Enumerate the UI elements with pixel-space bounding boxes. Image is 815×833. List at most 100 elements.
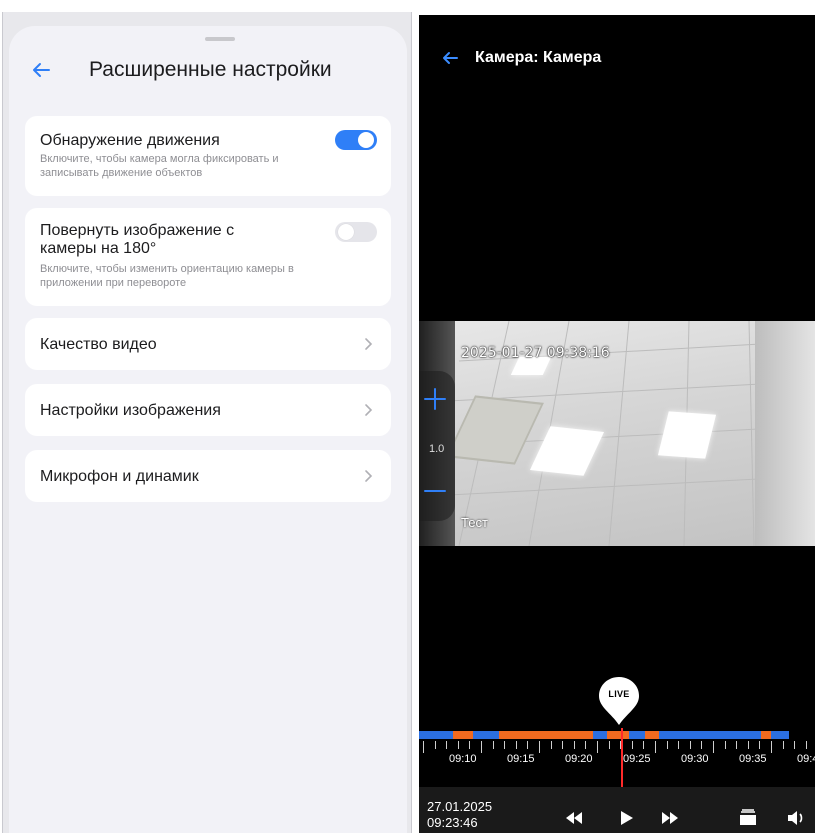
back-arrow-icon[interactable] (27, 56, 55, 84)
timeline-label: 09:20 (565, 753, 593, 765)
timeline-tick (516, 741, 517, 749)
timeline-tick (725, 741, 726, 749)
timeline-tick (458, 741, 459, 749)
timeline-tick (690, 741, 691, 749)
advanced-settings-screen: Расширенные настройки Обнаружение движен… (2, 12, 412, 833)
live-pin-icon (599, 677, 639, 725)
zoom-control: 1.0 (419, 371, 455, 521)
timeline-tick (539, 741, 540, 753)
camera-view-screen: Камера: Камера 2025-01-27 09:38:16 Тест … (419, 15, 815, 833)
timeline-tick (806, 741, 807, 749)
timeline-tick (771, 741, 772, 753)
timeline-tick (632, 741, 633, 749)
toggle-knob (338, 224, 354, 240)
playback-time: 09:23:46 (427, 815, 478, 830)
playback-bar: 27.01.2025 09:23:46 (419, 787, 815, 833)
live-label: LIVE (608, 689, 630, 699)
archive-icon[interactable] (737, 807, 759, 829)
timeline-segment (607, 731, 629, 739)
motion-detection-card[interactable]: Обнаружение движения Включите, чтобы кам… (25, 116, 391, 196)
timeline-tick (562, 741, 563, 749)
timeline-tick (759, 741, 760, 749)
timeline-label: 09:30 (681, 753, 709, 765)
timeline-segment (473, 731, 499, 739)
timeline-label: 09:4 (797, 753, 815, 765)
timeline-tick (504, 741, 505, 749)
timeline-tick (423, 741, 424, 753)
timeline-segment (593, 731, 607, 739)
motion-detection-toggle[interactable] (335, 130, 377, 150)
timeline-tick (493, 741, 494, 749)
chevron-right-icon (365, 404, 373, 416)
fast-forward-icon[interactable] (659, 807, 681, 829)
image-settings-item[interactable]: Настройки изображения (25, 384, 391, 436)
camera-header: Камера: Камера (419, 15, 815, 66)
timeline-tick (527, 741, 528, 749)
timeline-segment (419, 731, 453, 739)
timeline-tick (678, 741, 679, 749)
timeline-label: 09:35 (739, 753, 767, 765)
timeline-tick (736, 741, 737, 749)
timeline-tick (446, 741, 447, 749)
timeline-segment (453, 731, 473, 739)
timeline-segment (645, 731, 659, 739)
room-wall (755, 321, 815, 546)
timeline-segment (771, 731, 789, 739)
rotate-image-card[interactable]: Повернуть изображение с камеры на 180° В… (25, 208, 391, 306)
volume-icon[interactable] (785, 807, 807, 829)
rotate-image-title: Повернуть изображение с камеры на 180° (40, 222, 235, 257)
timeline-tick (551, 741, 552, 749)
recording-timeline[interactable] (419, 731, 815, 741)
rotate-image-toggle[interactable] (335, 222, 377, 242)
timeline-segment (761, 731, 771, 739)
timeline-label: 09:10 (449, 753, 477, 765)
timeline-segment (499, 731, 593, 739)
timeline-label: 09:25 (623, 753, 651, 765)
timeline-tick (643, 741, 644, 749)
camera-title: Камера: Камера (475, 49, 602, 66)
image-settings-label: Настройки изображения (40, 402, 221, 419)
chevron-right-icon (365, 338, 373, 350)
zoom-out-icon[interactable] (421, 477, 449, 505)
motion-detection-title: Обнаружение движения (40, 132, 220, 149)
timeline-tick (481, 741, 482, 753)
drag-handle[interactable] (205, 37, 235, 41)
timeline-tick (748, 741, 749, 749)
video-quality-item[interactable]: Качество видео (25, 318, 391, 370)
timeline-tick (574, 741, 575, 749)
motion-detection-desc: Включите, чтобы камера могла фиксировать… (40, 153, 279, 179)
page-title: Расширенные настройки (89, 58, 332, 81)
video-timestamp: 2025-01-27 09:38:16 (461, 345, 610, 361)
timeline-tick (597, 741, 598, 753)
microphone-speaker-label: Микрофон и динамик (40, 468, 199, 485)
live-button[interactable]: LIVE (597, 675, 641, 727)
rotate-image-desc: Включите, чтобы изменить ориентацию каме… (40, 263, 294, 289)
zoom-level: 1.0 (429, 443, 445, 455)
microphone-speaker-item[interactable]: Микрофон и динамик (25, 450, 391, 502)
timeline-tick (435, 741, 436, 749)
timeline-segment (629, 731, 645, 739)
rewind-icon[interactable] (563, 807, 585, 829)
settings-header: Расширенные настройки (9, 50, 407, 94)
timeline-tick (713, 741, 714, 753)
timeline-tick (609, 741, 610, 749)
zoom-in-icon[interactable] (421, 385, 449, 413)
timeline-segment (659, 731, 761, 739)
timeline-label: 09:15 (507, 753, 535, 765)
chevron-right-icon (365, 470, 373, 482)
video-quality-label: Качество видео (40, 336, 157, 353)
timeline-tick (701, 741, 702, 749)
playback-date: 27.01.2025 (427, 799, 493, 814)
timeline-tick (655, 741, 656, 753)
timeline-tick (667, 741, 668, 749)
settings-sheet: Расширенные настройки Обнаружение движен… (9, 26, 407, 833)
toggle-knob (358, 132, 374, 148)
timeline-tick (794, 741, 795, 749)
back-arrow-icon[interactable] (439, 47, 461, 69)
video-camera-label: Тест (461, 515, 488, 530)
video-feed[interactable]: 2025-01-27 09:38:16 Тест (419, 321, 815, 546)
timeline-tick (783, 741, 784, 749)
timeline-tick (469, 741, 470, 749)
play-icon[interactable] (615, 807, 637, 829)
timeline-tick (585, 741, 586, 749)
